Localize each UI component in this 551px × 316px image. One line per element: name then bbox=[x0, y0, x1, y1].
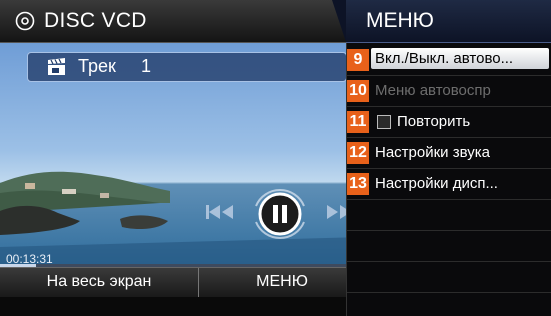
menu-panel: 9 Вкл./Выкл. автово... 10 Меню автовоспр… bbox=[346, 43, 551, 316]
menu-item-label: Настройки звука bbox=[375, 144, 490, 161]
track-info-bar: Трек 1 bbox=[27, 52, 347, 82]
menu-item-label: Повторить bbox=[397, 113, 471, 130]
item-number-badge: 11 bbox=[347, 111, 369, 133]
item-number-badge: 9 bbox=[347, 49, 369, 71]
menu-item-autoplay-menu: 10 Меню автовоспр bbox=[347, 76, 551, 107]
menu-header: МЕНЮ bbox=[332, 0, 551, 43]
bottom-bar: На весь экран МЕНЮ bbox=[0, 267, 363, 298]
pause-button[interactable] bbox=[252, 186, 308, 242]
bottom-strip bbox=[0, 297, 363, 316]
menu-item-label: Настройки дисп... bbox=[375, 175, 498, 192]
menu-item-repeat[interactable]: 11 Повторить bbox=[347, 107, 551, 138]
menu-button[interactable]: МЕНЮ bbox=[212, 268, 352, 298]
item-number-badge: 10 bbox=[347, 80, 369, 102]
menu-empty-row bbox=[347, 231, 551, 262]
vcd-player-screen: DISC VCD МЕНЮ Трек 1 00:13:31 На весь эк… bbox=[0, 0, 551, 316]
repeat-checkbox[interactable] bbox=[377, 115, 391, 129]
track-number: 1 bbox=[141, 56, 152, 76]
source-header: DISC VCD bbox=[0, 0, 350, 43]
menu-item-label: Меню автовоспр bbox=[375, 82, 491, 99]
item-number-badge: 12 bbox=[347, 142, 369, 164]
menu-item-autoplay-toggle[interactable]: 9 Вкл./Выкл. автово... bbox=[347, 45, 551, 76]
clapperboard-icon bbox=[48, 58, 65, 75]
previous-track-icon[interactable] bbox=[204, 202, 238, 222]
disc-icon bbox=[15, 11, 35, 31]
source-title: DISC VCD bbox=[44, 9, 147, 32]
video-area[interactable]: Трек 1 00:13:31 bbox=[0, 43, 363, 267]
item-number-badge: 13 bbox=[347, 173, 369, 195]
track-label: Трек bbox=[78, 56, 116, 76]
menu-item-display-settings[interactable]: 13 Настройки дисп... bbox=[347, 169, 551, 200]
menu-title: МЕНЮ bbox=[366, 9, 434, 32]
menu-item-label: Вкл./Выкл. автово... bbox=[371, 48, 549, 69]
menu-item-sound-settings[interactable]: 12 Настройки звука bbox=[347, 138, 551, 169]
menu-empty-row bbox=[347, 200, 551, 231]
menu-empty-row bbox=[347, 262, 551, 293]
fullscreen-button[interactable]: На весь экран bbox=[0, 268, 199, 298]
